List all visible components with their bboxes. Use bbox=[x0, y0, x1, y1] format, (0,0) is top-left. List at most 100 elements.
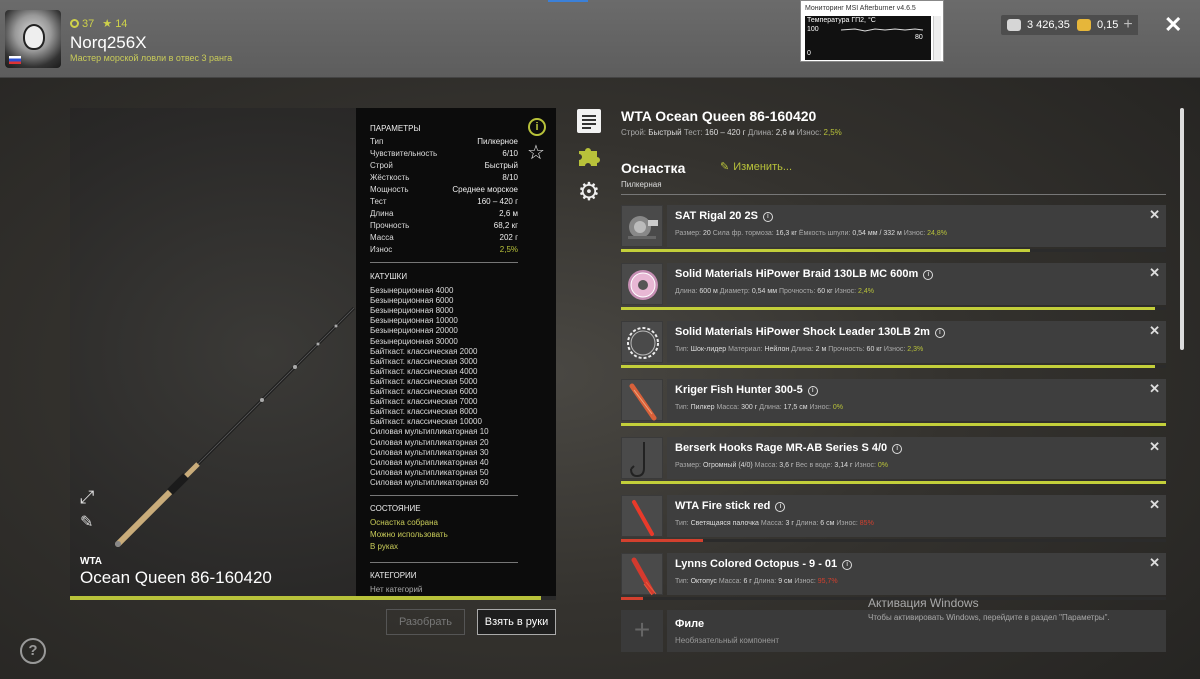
optional-slot-meta: Необязательный компонент bbox=[675, 636, 780, 645]
condition-bar bbox=[621, 307, 1166, 310]
rod-condition-fill bbox=[70, 596, 542, 600]
pipette-icon[interactable]: ✎ bbox=[80, 512, 93, 532]
remove-item-button[interactable]: ✕ bbox=[1149, 207, 1160, 223]
document-icon[interactable] bbox=[577, 109, 601, 133]
info-icon[interactable]: i bbox=[842, 560, 853, 570]
meta-label: Износ: bbox=[903, 230, 926, 237]
add-currency-button[interactable]: + bbox=[1118, 15, 1138, 35]
tackle-item[interactable]: SAT Rigal 20 2S i Размер: 20 Сила фр. торм… bbox=[621, 205, 1166, 255]
param-row: Износ 2,5% bbox=[370, 245, 518, 254]
edit-tackle-button[interactable]: ✎ Изменить... bbox=[720, 160, 792, 173]
meta-label: Длина: bbox=[791, 346, 814, 353]
meta-value: 60 кг bbox=[866, 346, 882, 353]
msi-scrollbar[interactable] bbox=[933, 16, 941, 60]
state-title: СОСТОЯНИЕ bbox=[370, 504, 421, 513]
info-icon[interactable]: i bbox=[762, 212, 773, 222]
summary-value: 160 – 420 г bbox=[704, 128, 746, 137]
tackle-item-title: Berserk Hooks Rage MR-AB Series S 4/0 bbox=[675, 442, 888, 454]
meta-label: Длина: bbox=[759, 404, 782, 411]
avatar-face bbox=[23, 24, 45, 50]
meta-label: Материал: bbox=[728, 346, 763, 353]
favorite-star-icon[interactable]: ☆ bbox=[527, 143, 545, 163]
scrollbar[interactable] bbox=[1180, 108, 1184, 350]
remove-item-button[interactable]: ✕ bbox=[1149, 323, 1160, 339]
condition-fill bbox=[621, 307, 1156, 310]
edit-icon: ✎ bbox=[720, 161, 730, 173]
info-icon[interactable]: i bbox=[528, 118, 546, 136]
help-icon[interactable]: ? bbox=[20, 638, 46, 664]
disassemble-button[interactable]: Разобрать bbox=[386, 609, 465, 635]
top-bar: 37 ★ 14 Norq256X Мастер морской ловли в … bbox=[0, 0, 1200, 78]
param-label: Износ bbox=[370, 245, 393, 254]
meta-value: Огромный (4/0) bbox=[702, 462, 753, 469]
condition-bar bbox=[621, 423, 1166, 426]
add-icon: + bbox=[621, 610, 663, 652]
reels-title: КАТУШКИ bbox=[370, 272, 408, 281]
param-row: Жёсткость 8/10 bbox=[370, 173, 518, 182]
divider bbox=[621, 194, 1166, 195]
divider bbox=[370, 562, 518, 563]
reel-item: Безынерционная 6000 bbox=[370, 296, 454, 306]
meta-value: 60 кг bbox=[817, 288, 833, 295]
info-icon[interactable]: i bbox=[923, 270, 934, 280]
reel-item: Безынерционная 8000 bbox=[370, 306, 454, 316]
param-row: Мощность Среднее морское bbox=[370, 185, 518, 194]
msi-afterburner-widget[interactable]: Мониторинг MSI Afterburner v4.6.5 Темпер… bbox=[800, 0, 944, 62]
meta-value: 6 г bbox=[743, 578, 752, 585]
info-icon[interactable]: i bbox=[807, 386, 818, 396]
russia-flag-icon bbox=[9, 56, 21, 64]
rod-summary: Строй: Быстрый Тест: 160 – 420 г Длина: … bbox=[621, 128, 842, 137]
param-label: Прочность bbox=[370, 221, 410, 230]
reel-item: Байткаст. классическая 8000 bbox=[370, 407, 478, 417]
condition-fill bbox=[621, 249, 1030, 252]
rod-name: Ocean Queen 86-160420 bbox=[80, 568, 272, 587]
tackle-item-name: Solid Materials HiPower Braid 130LB MC 6… bbox=[675, 268, 934, 280]
puzzle-icon[interactable] bbox=[577, 144, 601, 168]
msi-value: 80 bbox=[915, 34, 923, 41]
condition-fill bbox=[621, 597, 643, 600]
tackle-item[interactable]: Solid Materials HiPower Shock Leader 130… bbox=[621, 321, 1166, 371]
remove-item-button[interactable]: ✕ bbox=[1149, 497, 1160, 513]
remove-item-button[interactable]: ✕ bbox=[1149, 265, 1160, 281]
state-item: Оснастка собрана bbox=[370, 518, 438, 527]
reel-item: Безынерционная 10000 bbox=[370, 316, 458, 326]
param-row: Тип Пилкерное bbox=[370, 137, 518, 146]
info-icon[interactable]: i bbox=[934, 328, 945, 338]
reel-item: Байткаст. классическая 2000 bbox=[370, 346, 478, 356]
param-value: 2,5% bbox=[499, 245, 518, 254]
line-spool-icon bbox=[621, 263, 663, 305]
avatar[interactable] bbox=[5, 10, 61, 68]
summary-label: Строй: bbox=[621, 128, 647, 137]
tackle-item[interactable]: Berserk Hooks Rage MR-AB Series S 4/0 i Ра… bbox=[621, 437, 1166, 487]
expand-icon[interactable]: ⤢ bbox=[80, 487, 94, 508]
gear-icon[interactable]: ⚙ bbox=[577, 180, 601, 205]
param-row: Масса 202 г bbox=[370, 233, 518, 242]
tackle-item[interactable]: Solid Materials HiPower Braid 130LB MC 6… bbox=[621, 263, 1166, 313]
info-icon[interactable]: i bbox=[775, 502, 786, 512]
info-icon[interactable]: i bbox=[892, 444, 903, 454]
remove-item-button[interactable]: ✕ bbox=[1149, 555, 1160, 571]
param-value: 8/10 bbox=[502, 173, 518, 182]
star-icon: ★ bbox=[102, 18, 113, 30]
tackle-item-name: Berserk Hooks Rage MR-AB Series S 4/0 i bbox=[675, 442, 903, 454]
meta-label: Размер: bbox=[675, 230, 702, 237]
close-button[interactable]: ✕ bbox=[1164, 12, 1182, 38]
condition-bar bbox=[621, 539, 1166, 542]
param-row: Тест 160 – 420 г bbox=[370, 197, 518, 206]
tackle-item-body: Kriger Fish Hunter 300-5 i Тип: Пилкер Мас… bbox=[667, 379, 1166, 421]
remove-item-button[interactable]: ✕ bbox=[1149, 439, 1160, 455]
pilker-lure-icon bbox=[621, 379, 663, 421]
remove-item-button[interactable]: ✕ bbox=[1149, 381, 1160, 397]
tackle-item[interactable]: Kriger Fish Hunter 300-5 i Тип: Пилкер Мас… bbox=[621, 379, 1166, 429]
tackle-item-title: WTA Fire stick red bbox=[675, 500, 771, 512]
meta-value: 16,3 кг bbox=[775, 230, 797, 237]
param-label: Строй bbox=[370, 161, 393, 170]
meta-value: 6 см bbox=[820, 520, 835, 527]
tackle-item-title: Kriger Fish Hunter 300-5 bbox=[675, 384, 803, 396]
tackle-item[interactable]: WTA Fire stick red i Тип: Светящаяся палоч… bbox=[621, 495, 1166, 545]
take-in-hands-button[interactable]: Взять в руки bbox=[477, 609, 556, 635]
tackle-item-meta: Размер: 20 Сила фр. тормоза: 16,3 кг Ёмк… bbox=[675, 230, 947, 237]
reel-item: Силовая мультипликаторная 40 bbox=[370, 457, 489, 467]
rank-title: Мастер морской ловли в отвес 3 ранга bbox=[70, 53, 233, 63]
tackle-title: Оснастка bbox=[621, 160, 686, 176]
